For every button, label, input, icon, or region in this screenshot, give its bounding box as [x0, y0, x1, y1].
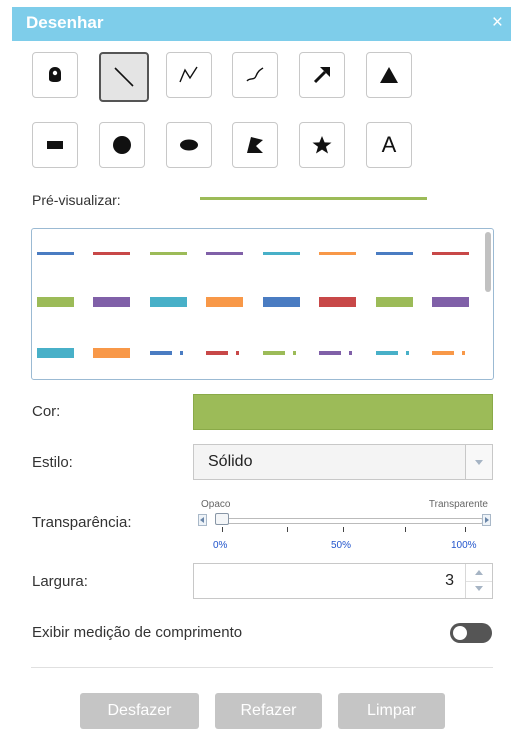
arrow-icon [313, 67, 330, 84]
clear-button[interactable]: Limpar [338, 693, 445, 729]
style-label: Estilo: [32, 454, 73, 471]
tool-polygon[interactable] [232, 122, 278, 168]
tool-freehand-polyline[interactable] [232, 52, 278, 98]
dash-swatch[interactable] [150, 351, 187, 355]
slider-track[interactable] [219, 518, 483, 524]
tool-arrow[interactable] [299, 52, 345, 98]
tool-freehand-polygon[interactable] [299, 122, 345, 168]
slider-max-label: Transparente [428, 499, 488, 510]
dash-swatch[interactable] [263, 351, 300, 355]
line-swatch[interactable] [206, 252, 243, 255]
tool-triangle[interactable] [366, 52, 412, 98]
line-swatch[interactable] [376, 252, 413, 255]
ellipse-icon [180, 139, 198, 151]
transparency-slider[interactable]: Opaco Transparente 0% 50% 100% [197, 499, 492, 555]
slider-min-label: Opaco [201, 499, 231, 510]
line-swatch[interactable] [37, 252, 74, 255]
chevron-down-icon[interactable] [466, 581, 492, 598]
line-swatch[interactable] [37, 297, 74, 307]
tick-label-50: 50% [331, 540, 352, 551]
line-swatch[interactable] [263, 297, 300, 307]
tool-text[interactable]: A [366, 122, 412, 168]
circle-icon [113, 136, 131, 154]
freehand-line-icon [246, 67, 264, 82]
undo-button[interactable]: Desfazer [80, 693, 199, 729]
toggle-knob [453, 626, 467, 640]
slider-tick [405, 527, 406, 532]
line-swatch[interactable] [432, 252, 469, 255]
width-value[interactable]: 3 [445, 572, 454, 590]
stepper-buttons [465, 564, 492, 598]
tick-label-0: 0% [213, 540, 228, 551]
triangle-icon [380, 67, 398, 83]
line-swatch[interactable] [93, 348, 130, 358]
close-icon[interactable]: × [492, 12, 503, 34]
measure-toggle[interactable] [450, 623, 492, 643]
slider-tick [287, 527, 288, 532]
symbol-gallery[interactable] [31, 228, 494, 380]
chevron-up-icon[interactable] [466, 564, 492, 582]
slider-increase-icon[interactable] [482, 514, 491, 526]
point-icon [49, 67, 61, 82]
style-select[interactable]: Sólido [193, 444, 493, 480]
tool-polyline[interactable] [166, 52, 212, 98]
line-swatch[interactable] [263, 252, 300, 255]
transparency-label: Transparência: [32, 514, 132, 531]
divider [31, 667, 493, 668]
tool-circle[interactable] [99, 122, 145, 168]
panel-header: Desenhar × [12, 7, 511, 41]
slider-tick [222, 527, 223, 532]
color-picker[interactable] [193, 394, 493, 430]
line-swatch[interactable] [150, 297, 187, 307]
tick-label-100: 100% [451, 540, 477, 551]
polyline-icon [179, 66, 198, 83]
slider-tick [465, 527, 466, 532]
line-swatch[interactable] [37, 348, 74, 358]
line-swatch[interactable] [319, 252, 356, 255]
slider-tick [343, 527, 344, 532]
dash-swatch[interactable] [432, 351, 469, 355]
line-icon [114, 67, 134, 87]
width-label: Largura: [32, 573, 88, 590]
slider-thumb[interactable] [215, 513, 229, 525]
tool-line[interactable] [99, 52, 149, 102]
chevron-down-icon[interactable] [465, 445, 492, 479]
measure-label: Exibir medição de comprimento [32, 624, 243, 641]
line-swatch[interactable] [319, 297, 356, 307]
preview-label: Pré-visualizar: [32, 192, 121, 208]
line-swatch[interactable] [150, 252, 187, 255]
panel-title: Desenhar [26, 13, 104, 32]
tool-ellipse[interactable] [166, 122, 212, 168]
rectangle-icon [47, 141, 63, 149]
dash-swatch[interactable] [206, 351, 243, 355]
dash-swatch[interactable] [319, 351, 356, 355]
line-swatch[interactable] [93, 297, 130, 307]
line-swatch[interactable] [376, 297, 413, 307]
tool-point[interactable] [32, 52, 78, 98]
line-swatch[interactable] [206, 297, 243, 307]
color-label: Cor: [32, 403, 61, 420]
dash-swatch[interactable] [376, 351, 413, 355]
style-value: Sólido [208, 453, 253, 470]
line-swatch[interactable] [432, 297, 469, 307]
width-stepper[interactable]: 3 [193, 563, 493, 599]
polygon-icon [247, 137, 263, 153]
star-icon [312, 136, 332, 154]
redo-button[interactable]: Refazer [215, 693, 322, 729]
line-swatch[interactable] [93, 252, 130, 255]
preview-line [200, 197, 427, 200]
text-icon: A [381, 132, 397, 157]
tool-rectangle[interactable] [32, 122, 78, 168]
gallery-scrollbar[interactable] [485, 232, 491, 292]
slider-decrease-icon[interactable] [198, 514, 207, 526]
